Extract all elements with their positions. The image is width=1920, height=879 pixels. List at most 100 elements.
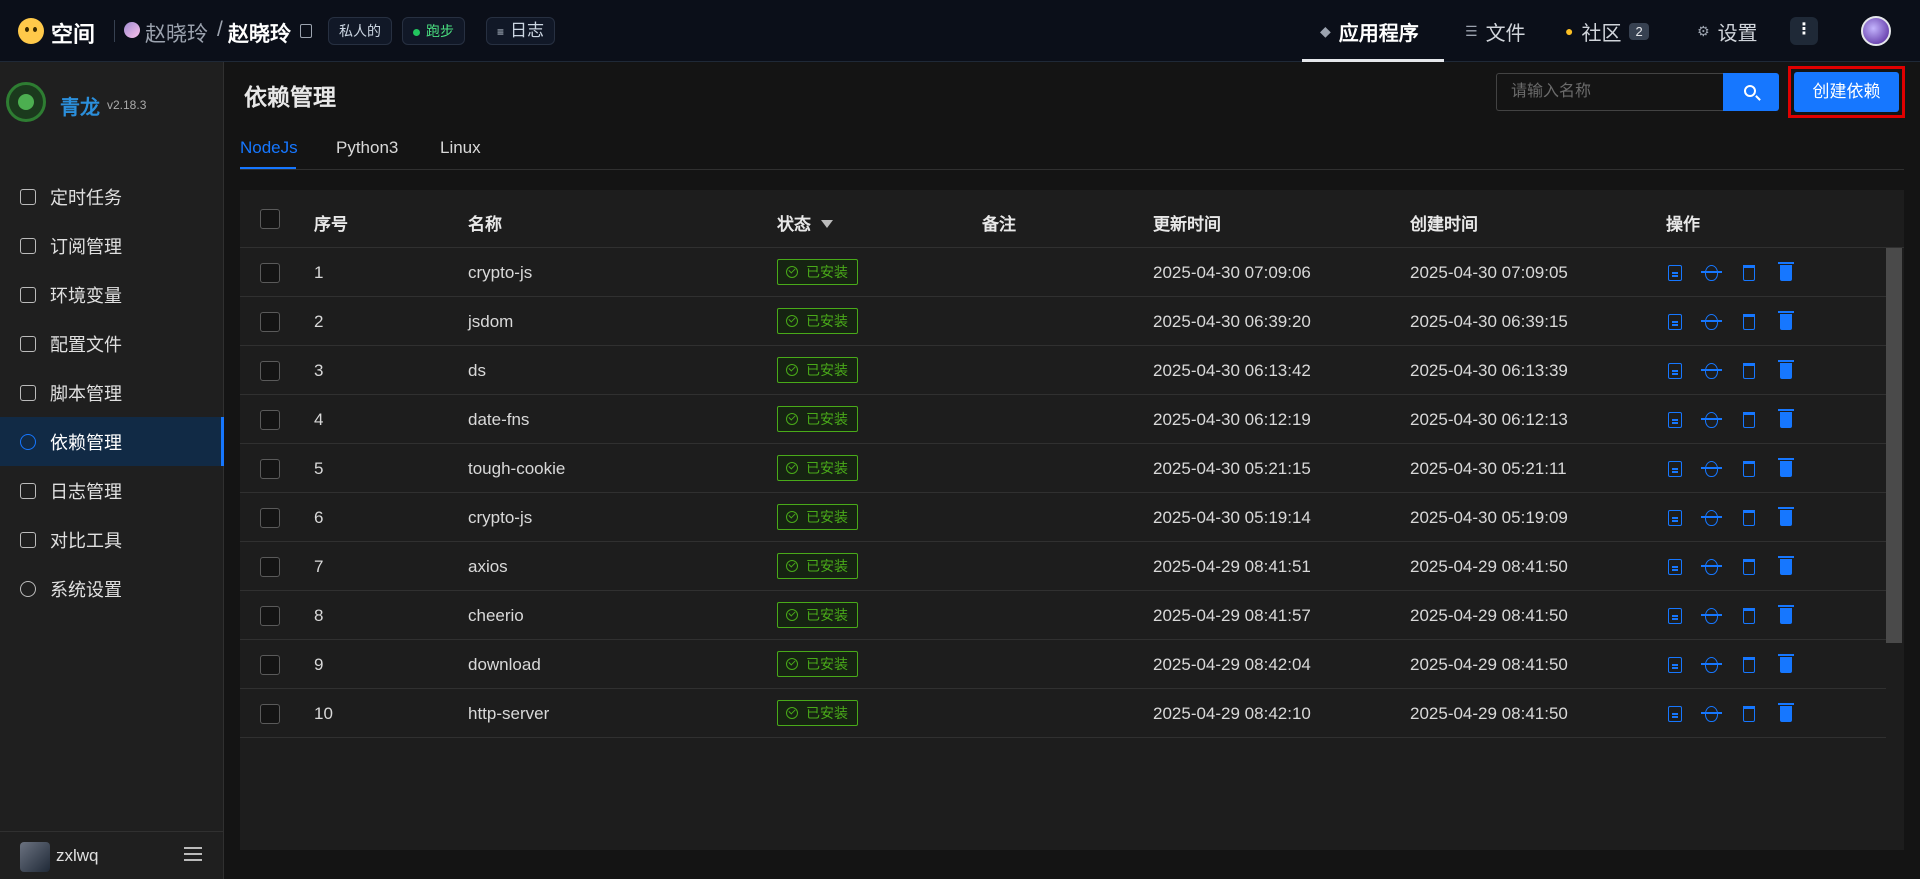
nav-community[interactable]: ● 社区 2: [1565, 0, 1649, 62]
uninstall-icon[interactable]: [1743, 461, 1755, 477]
delete-icon[interactable]: [1778, 605, 1794, 624]
view-log-icon[interactable]: [1668, 559, 1682, 575]
row-created: 2025-04-30 06:12:13: [1410, 410, 1568, 429]
sidebar-item-logs[interactable]: 日志管理: [0, 466, 224, 515]
delete-icon[interactable]: [1778, 360, 1794, 379]
nav-active-underline: [1302, 59, 1444, 62]
row-checkbox[interactable]: [260, 459, 280, 479]
reinstall-bug-icon[interactable]: [1701, 608, 1722, 624]
view-log-icon[interactable]: [1668, 412, 1682, 428]
uninstall-icon[interactable]: [1743, 657, 1755, 673]
delete-icon[interactable]: [1778, 703, 1794, 722]
delete-icon[interactable]: [1778, 409, 1794, 428]
select-all-checkbox[interactable]: [260, 209, 280, 229]
reinstall-bug-icon[interactable]: [1701, 265, 1722, 281]
nav-settings[interactable]: ⚙ 设置: [1697, 0, 1758, 62]
qinglong-logo-icon[interactable]: [6, 82, 46, 122]
copy-icon[interactable]: [300, 24, 312, 38]
brand-name[interactable]: 空间: [51, 17, 95, 49]
sidebar-item-diff[interactable]: 对比工具: [0, 515, 224, 564]
header-updated[interactable]: 更新时间: [1153, 210, 1221, 235]
view-log-icon[interactable]: [1668, 314, 1682, 330]
tab-python3[interactable]: Python3: [336, 138, 398, 158]
search-input[interactable]: [1496, 73, 1723, 111]
user-avatar[interactable]: [1861, 16, 1891, 46]
breadcrumb-repo[interactable]: 赵晓玲: [228, 18, 291, 48]
delete-icon[interactable]: [1778, 458, 1794, 477]
nav-files[interactable]: ☰ 文件: [1465, 0, 1526, 62]
delete-icon[interactable]: [1778, 262, 1794, 281]
reinstall-bug-icon[interactable]: [1701, 363, 1722, 379]
uninstall-icon[interactable]: [1743, 363, 1755, 379]
reinstall-bug-icon[interactable]: [1701, 657, 1722, 673]
reinstall-bug-icon[interactable]: [1701, 461, 1722, 477]
files-icon: ☰: [1465, 22, 1478, 39]
hugging-face-logo-icon[interactable]: [18, 18, 44, 44]
uninstall-icon[interactable]: [1743, 706, 1755, 722]
sidebar-item-settings[interactable]: 系统设置: [0, 564, 224, 613]
view-log-icon[interactable]: [1668, 706, 1682, 722]
more-menu-button[interactable]: ⋮: [1790, 17, 1818, 45]
uninstall-icon[interactable]: [1743, 265, 1755, 281]
view-log-icon[interactable]: [1668, 510, 1682, 526]
avatar[interactable]: [20, 842, 50, 872]
create-dependency-button[interactable]: 创建依赖: [1794, 72, 1899, 112]
sidebar-item-dependencies[interactable]: 依赖管理: [0, 417, 224, 466]
view-log-icon[interactable]: [1668, 657, 1682, 673]
logs-tag[interactable]: ≡ 日志: [486, 17, 556, 45]
tab-nodejs[interactable]: NodeJs: [240, 138, 298, 158]
check-circle-icon: [786, 413, 798, 425]
owner-avatar[interactable]: [124, 22, 140, 38]
row-checkbox[interactable]: [260, 361, 280, 381]
sidebar-item-config[interactable]: 配置文件: [0, 319, 224, 368]
row-checkbox[interactable]: [260, 606, 280, 626]
search-button[interactable]: [1723, 73, 1779, 111]
view-log-icon[interactable]: [1668, 265, 1682, 281]
check-circle-icon: [786, 707, 798, 719]
reinstall-bug-icon[interactable]: [1701, 314, 1722, 330]
uninstall-icon[interactable]: [1743, 412, 1755, 428]
uninstall-icon[interactable]: [1743, 314, 1755, 330]
row-checkbox[interactable]: [260, 557, 280, 577]
row-checkbox[interactable]: [260, 655, 280, 675]
nav-app-label: 应用程序: [1338, 22, 1419, 45]
row-checkbox[interactable]: [260, 410, 280, 430]
header-created[interactable]: 创建时间: [1410, 210, 1478, 235]
header-status: 状态: [777, 210, 833, 235]
sidebar-item-env[interactable]: 环境变量: [0, 270, 224, 319]
filter-icon[interactable]: [821, 220, 833, 228]
delete-icon[interactable]: [1778, 311, 1794, 330]
row-checkbox[interactable]: [260, 263, 280, 283]
reinstall-bug-icon[interactable]: [1701, 559, 1722, 575]
uninstall-icon[interactable]: [1743, 608, 1755, 624]
header-index: 序号: [314, 215, 348, 234]
reinstall-bug-icon[interactable]: [1701, 706, 1722, 722]
collapse-menu-icon[interactable]: [184, 847, 202, 861]
view-log-icon[interactable]: [1668, 461, 1682, 477]
row-updated: 2025-04-30 05:19:14: [1153, 508, 1311, 527]
nav-app[interactable]: ◆ 应用程序: [1320, 0, 1419, 62]
delete-icon[interactable]: [1778, 654, 1794, 673]
breadcrumb-owner[interactable]: 赵晓玲: [145, 18, 208, 48]
row-checkbox[interactable]: [260, 312, 280, 332]
sidebar-item-subscriptions[interactable]: 订阅管理: [0, 221, 224, 270]
sidebar-item-scripts[interactable]: 脚本管理: [0, 368, 224, 417]
row-checkbox[interactable]: [260, 508, 280, 528]
table-row: 6 crypto-js 已安装 2025-04-30 05:19:14 2025-04-…: [240, 493, 1890, 542]
username[interactable]: zxlwq: [56, 846, 99, 866]
row-checkbox[interactable]: [260, 704, 280, 724]
reinstall-bug-icon[interactable]: [1701, 412, 1722, 428]
uninstall-icon[interactable]: [1743, 510, 1755, 526]
delete-icon[interactable]: [1778, 507, 1794, 526]
status-badge: 已安装: [777, 700, 858, 726]
tab-linux[interactable]: Linux: [440, 138, 481, 158]
reinstall-bug-icon[interactable]: [1701, 510, 1722, 526]
sidebar-item-cron[interactable]: 定时任务: [0, 172, 224, 221]
uninstall-icon[interactable]: [1743, 559, 1755, 575]
view-log-icon[interactable]: [1668, 608, 1682, 624]
view-log-icon[interactable]: [1668, 363, 1682, 379]
delete-icon[interactable]: [1778, 556, 1794, 575]
scrollbar-thumb[interactable]: [1886, 248, 1902, 643]
row-name: cheerio: [468, 606, 524, 625]
running-status-tag[interactable]: 跑步: [402, 17, 465, 45]
